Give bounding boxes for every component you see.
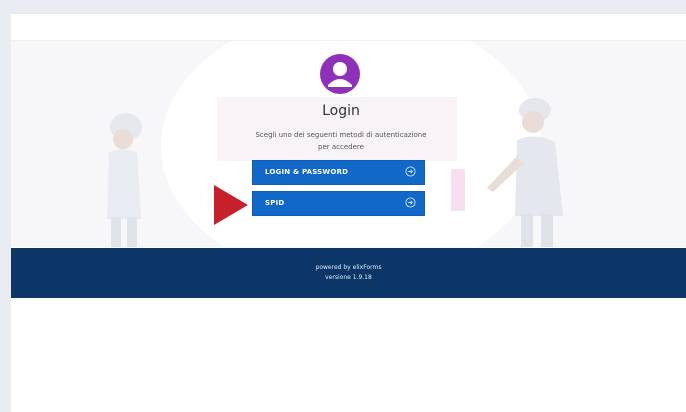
login-subtitle: Scegli uno dei seguenti metodi di autent… [246, 129, 436, 153]
top-bar [11, 14, 686, 41]
subtitle-line-1: Scegli uno dei seguenti metodi di autent… [255, 131, 427, 139]
person-illustration-right [487, 98, 563, 247]
spid-button[interactable]: SPID [252, 191, 425, 216]
page-frame: Login Scegli uno dei seguenti metodi di … [11, 14, 686, 412]
page-footer: powered by elixForms versione 1.9.18 [11, 248, 686, 298]
user-avatar-icon [320, 54, 360, 94]
person-illustration-left [107, 113, 142, 247]
footer-powered-by: powered by elixForms [315, 264, 382, 271]
login-password-button[interactable]: LOGIN & PASSWORD [252, 160, 425, 185]
login-hero: Login Scegli uno dei seguenti metodi di … [11, 41, 686, 247]
subtitle-line-2: per accedere [318, 143, 364, 151]
arrow-right-circle-icon [405, 166, 416, 177]
page-title: Login [322, 103, 360, 119]
red-pointer-arrow-icon [214, 185, 248, 225]
decorative-panel [451, 169, 465, 211]
login-password-label: LOGIN & PASSWORD [265, 168, 349, 176]
footer-version: versione 1.9.18 [325, 274, 372, 281]
arrow-right-circle-icon [405, 197, 416, 208]
spid-label: SPID [265, 199, 285, 207]
